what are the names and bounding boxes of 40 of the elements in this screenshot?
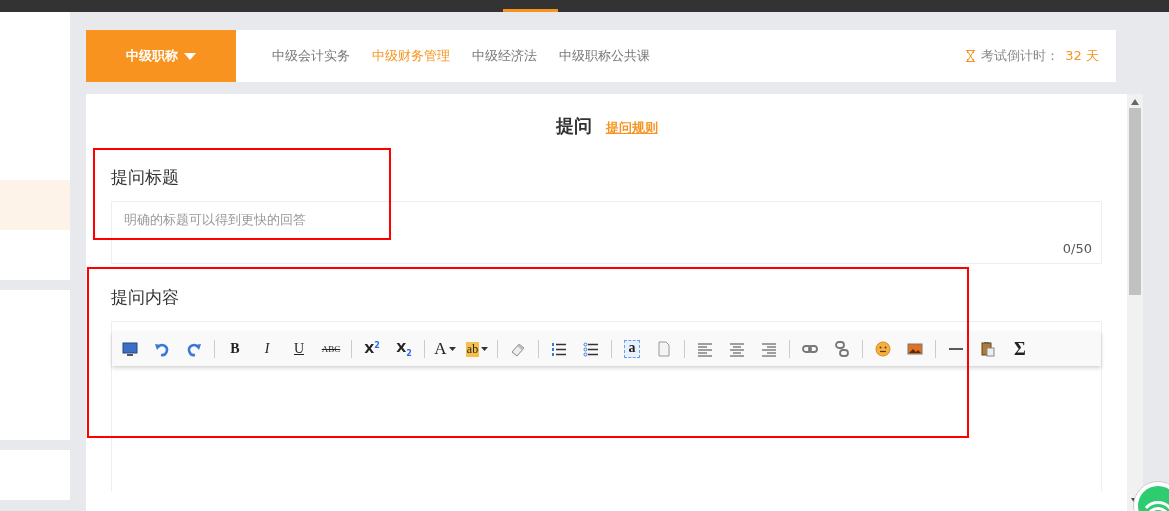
field-label: 提问标题 bbox=[111, 166, 180, 189]
caret-icon bbox=[184, 52, 196, 60]
scrollbar-thumb[interactable] bbox=[1129, 108, 1141, 295]
horizontal-line-icon bbox=[948, 348, 964, 350]
nav-tab[interactable]: 中级经济法 bbox=[472, 47, 537, 65]
redo-icon bbox=[186, 341, 202, 357]
eraser-icon bbox=[510, 341, 526, 357]
character-counter: 0/50 bbox=[1062, 241, 1092, 256]
nav-tab[interactable]: 中级会计实务 bbox=[272, 47, 350, 65]
align-right-icon bbox=[761, 341, 777, 357]
superscript-button[interactable]: X$^{2}$ bbox=[360, 337, 384, 361]
page-title: 提问 bbox=[555, 114, 592, 138]
smiley-icon bbox=[875, 341, 891, 357]
highlight-button[interactable]: ab bbox=[465, 337, 489, 361]
field-label: 提问内容 bbox=[111, 286, 180, 309]
subscript-button[interactable]: X$_{2}$ bbox=[392, 337, 416, 361]
scrollbar[interactable] bbox=[1127, 94, 1143, 511]
nav-tab[interactable]: 中级职称公共课 bbox=[559, 47, 650, 65]
countdown-value: 32 天 bbox=[1065, 47, 1099, 65]
sigma-button[interactable]: Σ bbox=[1008, 337, 1032, 361]
scroll-up-icon[interactable] bbox=[1131, 99, 1139, 105]
rich-text-editor[interactable]: B I U ABC X$^{2}$ X$_{2}$ A ab a Σ bbox=[111, 321, 1102, 491]
unlink-icon bbox=[834, 341, 850, 357]
numbered-list-icon bbox=[551, 341, 567, 357]
hourglass-icon bbox=[966, 50, 976, 62]
underline-button[interactable]: U bbox=[287, 337, 311, 361]
bold-button[interactable]: B bbox=[223, 337, 247, 361]
strikethrough-button[interactable]: ABC bbox=[319, 337, 343, 361]
bullet-list-icon bbox=[583, 341, 599, 357]
active-indicator bbox=[503, 9, 558, 12]
undo-icon bbox=[154, 341, 170, 357]
page-icon bbox=[656, 341, 672, 357]
italic-button[interactable]: I bbox=[255, 337, 279, 361]
font-color-button[interactable]: A bbox=[433, 337, 457, 361]
align-left-icon bbox=[697, 341, 713, 357]
countdown-label: 考试倒计时： bbox=[981, 47, 1060, 65]
clipboard-icon bbox=[980, 341, 996, 357]
align-center-icon bbox=[729, 341, 745, 357]
monitor-icon bbox=[122, 341, 138, 357]
picture-icon bbox=[907, 341, 923, 357]
